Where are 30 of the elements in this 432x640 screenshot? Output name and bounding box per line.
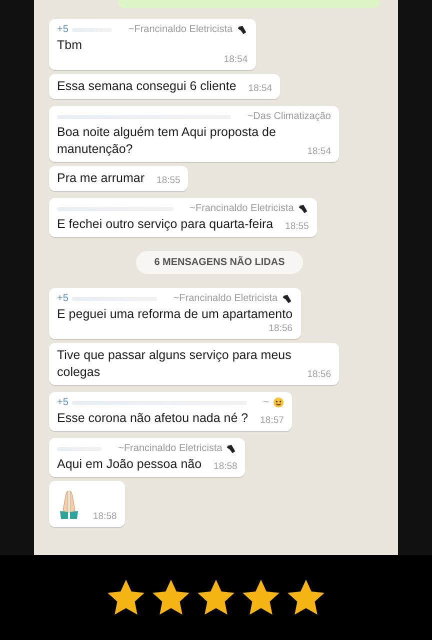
message-text: Pra me arrumar [57, 170, 145, 187]
message-time: 18:54 [248, 83, 272, 95]
message-text: Tive que passar alguns serviço para meus colegas [57, 347, 292, 381]
sender-phone: +5 [57, 292, 68, 305]
message-text: Tbm [57, 37, 83, 54]
message-text: Essa semana consegui 6 cliente [57, 78, 236, 95]
praying-hands-icon [57, 489, 81, 521]
sender-phone: +5 [57, 396, 68, 409]
message-time: 18:54 [307, 146, 331, 158]
sender-name: ~ [263, 396, 269, 409]
message-time: 18:54 [224, 54, 248, 66]
message-time: 18:55 [156, 175, 180, 187]
message-time: 18:58 [93, 511, 117, 523]
message-time: 18:58 [214, 461, 238, 473]
sender-phone: +5 [57, 23, 68, 36]
message-time: 18:56 [268, 323, 293, 335]
message-text: Esse corona não afetou nada né ? [57, 410, 248, 427]
sender-name: ~Francinaldo Eletricista [128, 23, 233, 36]
sender-name: ~Francinaldo Eletricista [118, 442, 222, 455]
message-text: Boa noite alguém tem Aqui proposta de manutenção? [57, 124, 277, 158]
message-text: E fechei outro serviço para quarta-feira [57, 216, 274, 233]
message-text: Aqui em João pessoa não [57, 456, 202, 473]
sender-name: ~Francinaldo Eletricista [190, 202, 294, 215]
message-time: 18:56 [307, 369, 331, 381]
sender-name: ~Das Climatização [247, 110, 331, 123]
unread-messages-label: 6 MENSAGENS NÃO LIDAS [136, 251, 303, 274]
message-text: E peguei uma reforma de um apartamento [57, 306, 293, 323]
message-time: 18:57 [260, 415, 284, 427]
sender-name: ~Francinaldo Eletricista [173, 292, 278, 305]
message-time: 18:55 [285, 221, 309, 233]
